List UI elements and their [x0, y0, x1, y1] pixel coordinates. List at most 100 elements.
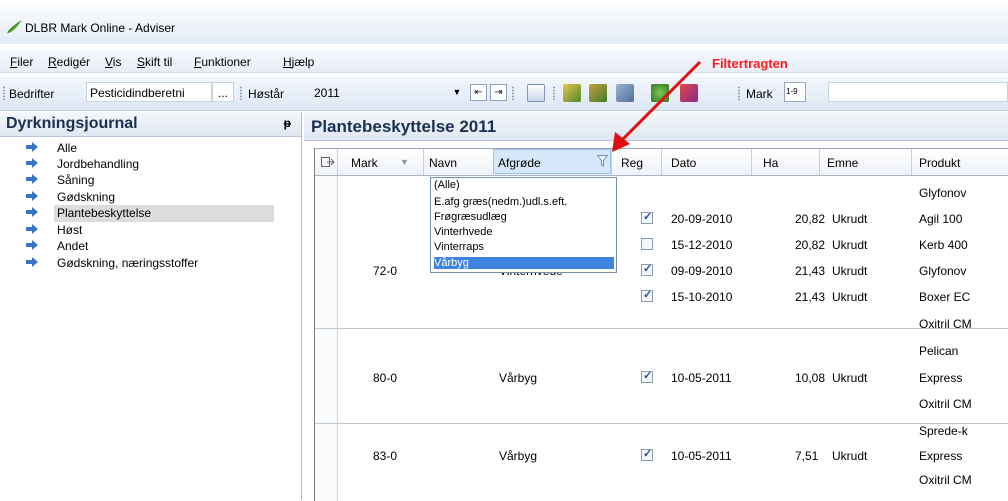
- filter-option-selected[interactable]: Vårbyg: [434, 257, 614, 269]
- table-row[interactable]: 80-0 Vårbyg 10-05-2011 10,08 Ukrudt Expr…: [337, 363, 1008, 389]
- right-panel-header: Plantebeskyttelse 2011: [304, 112, 1008, 141]
- toolbar-grip[interactable]: [738, 86, 740, 100]
- filter-option[interactable]: Vinterhvede: [434, 226, 614, 238]
- table-row[interactable]: Oxitril CM: [337, 389, 1008, 415]
- cell-dato: 20-09-2010: [671, 212, 733, 226]
- reg-checkbox[interactable]: [641, 210, 653, 224]
- afgroede-filter-list[interactable]: (Alle) E.afg græs(nedm.)udl.s.eft. Frøgr…: [430, 177, 617, 273]
- nav-item-label: Såning: [57, 173, 95, 187]
- delete-icon[interactable]: [680, 84, 698, 102]
- cell-produkt: Boxer EC: [919, 290, 971, 304]
- nav-item-saaning[interactable]: Såning: [0, 172, 301, 188]
- column-header-afgroede-cell[interactable]: Afgrøde: [493, 149, 611, 174]
- cell-produkt: Pelican: [919, 344, 959, 358]
- reg-checkbox[interactable]: [641, 447, 653, 461]
- pin-icon[interactable]: ᵽ: [284, 116, 291, 130]
- cell-ha: 7,51: [795, 449, 819, 463]
- table-row[interactable]: Pelican: [337, 337, 1008, 363]
- chevron-down-icon[interactable]: ▼: [450, 84, 464, 101]
- column-header-reg[interactable]: Reg: [621, 156, 643, 170]
- annotation-label: Filtertragten: [712, 56, 788, 71]
- nav-item-label: Gødskning, næringsstoffer: [57, 256, 199, 270]
- field-list-icon[interactable]: [616, 84, 634, 102]
- cell-dato: 10-05-2011: [671, 449, 732, 463]
- menu-rediger[interactable]: Redigér: [48, 55, 90, 69]
- cell-emne: Ukrudt: [832, 264, 868, 278]
- nav-item-goedskning[interactable]: Gødskning: [0, 189, 301, 205]
- crop-icon[interactable]: [651, 84, 669, 102]
- nav-item-alle[interactable]: Alle: [0, 140, 301, 156]
- cell-produkt: Express: [919, 371, 963, 385]
- column-divider: [751, 149, 752, 175]
- table-row[interactable]: 83-0 Vårbyg 10-05-2011 7,51 Ukrudt Expre…: [337, 441, 1008, 467]
- toolbar-grip[interactable]: [512, 86, 514, 100]
- filter-funnel-icon[interactable]: [597, 155, 608, 167]
- previous-year-button[interactable]: ⇤: [470, 84, 487, 101]
- map-icon[interactable]: [563, 84, 581, 102]
- toolbar-grip[interactable]: [3, 86, 5, 100]
- column-chooser-icon[interactable]: [321, 156, 335, 168]
- arrow-right-icon: [26, 142, 38, 152]
- nav-item-hoest[interactable]: Høst: [0, 222, 301, 238]
- menu-vis[interactable]: Vis: [105, 55, 121, 69]
- mark-label: Mark: [746, 87, 773, 101]
- column-header-produkt[interactable]: Produkt: [919, 156, 960, 170]
- bedrifter-field[interactable]: Pesticidindberetni: [86, 82, 212, 102]
- cell-produkt: Oxitril CM: [919, 317, 972, 331]
- column-divider: [661, 149, 662, 175]
- column-header-dato[interactable]: Dato: [671, 156, 696, 170]
- reg-checkbox[interactable]: [641, 369, 653, 383]
- nav-item-label: Gødskning: [57, 190, 116, 204]
- mark-sort-button[interactable]: 1-9: [784, 82, 806, 102]
- cell-dato: 10-05-2011: [671, 371, 732, 385]
- nav-item-andet[interactable]: Andet: [0, 238, 301, 254]
- toolbar-grip[interactable]: [240, 86, 242, 100]
- cell-produkt: Sprede-k: [919, 424, 968, 438]
- nav-item-goedskning-naeringsstoffer[interactable]: Gødskning, næringsstoffer: [0, 255, 301, 271]
- reg-checkbox[interactable]: [641, 288, 653, 302]
- menu-hjaelp[interactable]: Hjælp: [283, 55, 314, 69]
- print-icon[interactable]: [527, 84, 545, 102]
- mark-search-input[interactable]: [828, 82, 1008, 102]
- column-divider: [911, 149, 912, 175]
- hoestaar-select[interactable]: 2011: [310, 82, 464, 102]
- nav-item-jordbehandling[interactable]: Jordbehandling: [0, 156, 301, 172]
- table-row[interactable]: 15-10-2010 21,43 Ukrudt Boxer EC: [337, 285, 1008, 311]
- menu-skift-til[interactable]: Skift til: [137, 55, 172, 69]
- menu-funktioner[interactable]: Funktioner: [194, 55, 251, 69]
- filter-option[interactable]: Frøgræsudlæg: [434, 211, 614, 223]
- filter-option[interactable]: E.afg græs(nedm.)udl.s.eft.: [434, 196, 614, 208]
- arrow-right-icon: [26, 257, 38, 267]
- toolbar-grip[interactable]: [553, 86, 555, 100]
- menu-filer[interactable]: Filer: [10, 55, 33, 69]
- cell-emne: Ukrudt: [832, 290, 868, 304]
- table-row[interactable]: Oxitril CM: [337, 311, 1008, 337]
- next-year-button[interactable]: ⇥: [490, 84, 507, 101]
- arrow-right-icon: [26, 158, 38, 168]
- table-row[interactable]: Sprede-k: [337, 415, 1008, 441]
- arrow-right-icon: [26, 191, 38, 201]
- page-title: Plantebeskyttelse 2011: [311, 117, 497, 136]
- column-header-ha[interactable]: Ha: [763, 156, 778, 170]
- map-edit-icon[interactable]: [589, 84, 607, 102]
- column-header-mark[interactable]: Mark: [351, 156, 378, 170]
- window-title: DLBR Mark Online - Adviser: [25, 21, 176, 35]
- table-row[interactable]: Oxitril CM: [337, 467, 1008, 493]
- reg-checkbox[interactable]: [641, 238, 653, 250]
- left-panel-header: Dyrkningsjournal ᵽ: [0, 112, 301, 137]
- cell-emne: Ukrudt: [832, 449, 868, 463]
- filter-option-alle[interactable]: (Alle): [434, 179, 614, 191]
- cell-dato: 15-10-2010: [671, 290, 733, 304]
- cell-dato: 09-09-2010: [671, 264, 733, 278]
- bedrifter-browse-button[interactable]: ...: [212, 82, 234, 102]
- column-header-afgroede: Afgrøde: [498, 156, 541, 170]
- filter-option[interactable]: Vinterraps: [434, 241, 614, 253]
- reg-checkbox[interactable]: [641, 262, 653, 276]
- column-header-emne[interactable]: Emne: [827, 156, 858, 170]
- column-header-navn[interactable]: Navn: [429, 156, 457, 170]
- app-logo-icon: [7, 20, 22, 33]
- cell-ha: 20,82: [795, 212, 826, 226]
- nav-item-plantebeskyttelse[interactable]: Plantebeskyttelse: [0, 205, 301, 222]
- row-selector-column[interactable]: [315, 176, 338, 501]
- arrow-right-icon: [26, 224, 38, 234]
